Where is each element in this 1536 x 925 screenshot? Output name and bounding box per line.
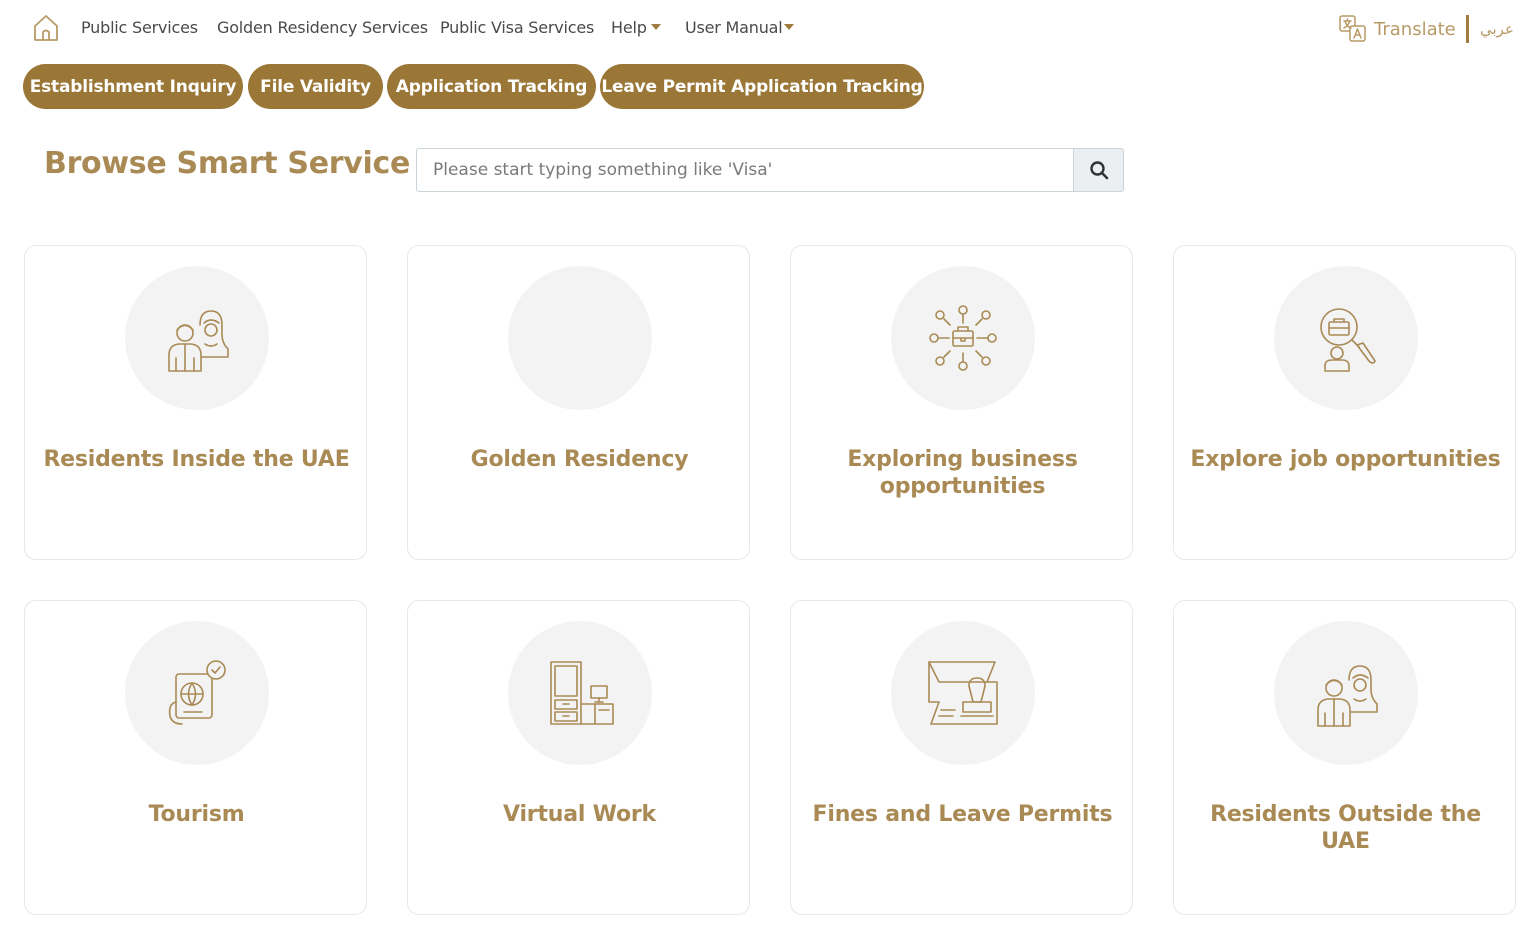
nav-golden-residency-services[interactable]: Golden Residency Services [217,18,428,37]
card-tourism[interactable]: Tourism [24,600,367,915]
card-icon-circle [1274,266,1418,410]
home-icon[interactable] [30,12,62,44]
card-title: Golden Residency [470,447,689,472]
card-title: Virtual Work [503,802,656,827]
people-icon [168,310,229,372]
card-icon-circle [891,621,1035,765]
card-golden-residency[interactable]: Golden Residency [407,245,750,560]
card-virtual-work[interactable]: Virtual Work [407,600,750,915]
search-button[interactable] [1073,148,1124,192]
card-title: Explore job opportunities [1190,447,1501,472]
chevron-down-icon [783,23,794,30]
office-desk-icon [550,661,614,725]
application-tracking-button[interactable]: Application Tracking [387,64,596,109]
card-residents-outside-uae[interactable]: Residents Outside the UAE [1173,600,1516,915]
file-validity-button[interactable]: File Validity [248,64,383,109]
card-fines-leave-permits[interactable]: Fines and Leave Permits [790,600,1133,915]
translate-button[interactable]: Translate [1338,14,1456,44]
card-icon-circle [125,266,269,410]
card-explore-jobs[interactable]: Explore job opportunities [1173,245,1516,560]
top-navigation: Public Services Golden Residency Service… [0,0,1536,58]
search-icon [1089,161,1108,180]
nav-help[interactable]: Help [611,18,661,37]
stamp-document-icon [928,661,998,725]
chevron-down-icon [650,23,661,30]
card-exploring-business[interactable]: Exploring business opportunities [790,245,1133,560]
card-residents-inside-uae[interactable]: Residents Inside the UAE [24,245,367,560]
language-divider [1466,15,1469,43]
card-title: Exploring business opportunities [847,447,1078,499]
card-icon-circle [508,266,652,410]
arabic-language-link[interactable]: عربي [1480,20,1514,38]
nav-public-visa-services[interactable]: Public Visa Services [440,18,594,37]
nav-user-manual-label: User Manual [685,18,783,37]
card-icon-circle [508,621,652,765]
search-input[interactable] [416,148,1074,192]
translate-icon [1339,15,1366,42]
job-search-icon [1320,308,1376,372]
translate-label: Translate [1374,18,1456,40]
nav-public-services[interactable]: Public Services [81,18,198,37]
card-title: Residents Inside the UAE [43,447,350,472]
card-icon-circle [1274,621,1418,765]
nav-help-label: Help [611,18,647,37]
establishment-inquiry-button[interactable]: Establishment Inquiry [23,64,243,109]
card-title: Fines and Leave Permits [812,802,1113,827]
nav-user-manual[interactable]: User Manual [685,18,794,37]
passport-globe-icon [168,660,226,725]
leave-permit-application-tracking-button[interactable]: Leave Permit Application Tracking [600,64,924,109]
card-title: Tourism [148,802,245,827]
card-icon-circle [891,266,1035,410]
browse-title: Browse Smart Service [44,146,411,181]
business-network-icon [929,305,997,371]
people-icon [1317,665,1378,727]
card-icon-circle [125,621,269,765]
card-title: Residents Outside the UAE [1210,802,1481,854]
